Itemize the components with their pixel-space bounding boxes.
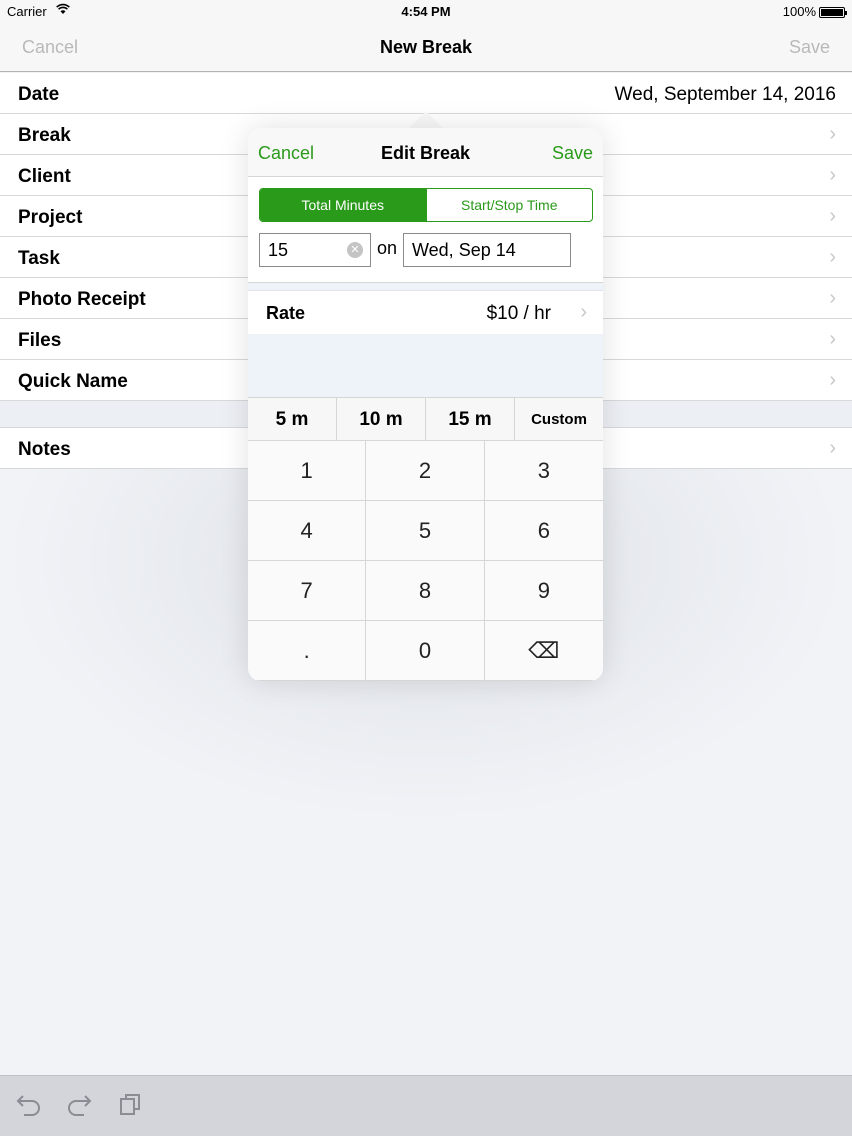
status-bar: Carrier 4:54 PM 100% [0,0,852,24]
row-label: Date [18,84,60,105]
key-8[interactable]: 8 [366,561,485,621]
row-label: Files [18,330,62,351]
numeric-keypad: 1 2 3 4 5 6 7 8 9 . 0 ⌫ [248,441,603,681]
row-label: Break [18,125,71,146]
edit-break-popover: Cancel Edit Break Save Total Minutes Sta… [248,128,603,681]
rate-row[interactable]: Rate $10 / hr › [248,291,603,334]
empty-area [248,334,603,397]
key-2[interactable]: 2 [366,441,485,501]
key-6[interactable]: 6 [484,501,603,561]
backspace-icon[interactable]: ⌫ [484,621,603,681]
popover-save-button[interactable]: Save [552,143,593,164]
copy-icon[interactable] [118,1092,142,1123]
battery-percent: 100% [782,4,816,19]
segment-total-minutes[interactable]: Total Minutes [260,189,426,221]
row-label: Project [18,207,83,228]
redo-icon[interactable] [66,1092,92,1123]
minute-presets: 5 m 10 m 15 m Custom [248,397,603,441]
clear-icon[interactable]: ✕ [347,242,363,258]
chevron-right-icon: › [829,164,836,186]
key-4[interactable]: 4 [248,501,367,561]
chevron-right-icon: › [829,205,836,227]
key-9[interactable]: 9 [484,561,603,621]
chevron-right-icon: › [829,369,836,391]
minutes-value: 15 [268,240,289,260]
bottom-toolbar [0,1075,852,1136]
date-field[interactable]: Wed, Sep 14 [403,233,571,267]
popover-title: Edit Break [380,143,471,163]
segment-start-stop-time[interactable]: Start/Stop Time [425,189,593,221]
rate-value: $10 / hr [486,303,551,324]
key-7[interactable]: 7 [248,561,367,621]
battery-icon [819,7,847,18]
popover-header: Cancel Edit Break Save [248,128,603,177]
key-1[interactable]: 1 [248,441,367,501]
undo-icon[interactable] [16,1092,42,1123]
chevron-right-icon: › [580,301,587,323]
minutes-input[interactable]: 15 ✕ [259,233,371,267]
preset-15m[interactable]: 15 m [426,398,515,440]
key-5[interactable]: 5 [366,501,485,561]
preset-10m[interactable]: 10 m [337,398,426,440]
key-0[interactable]: 0 [366,621,485,681]
on-label: on [377,238,398,258]
navigation-bar: Cancel New Break Save [0,24,852,72]
row-label: Task [18,248,60,269]
row-value: Wed, September 14, 2016 [614,84,836,105]
row-date[interactable]: Date Wed, September 14, 2016 [0,73,852,114]
chevron-right-icon: › [829,437,836,459]
row-label: Notes [18,439,71,460]
section-gap [248,283,603,291]
mode-segmented-control: Total Minutes Start/Stop Time [259,188,593,222]
chevron-right-icon: › [829,246,836,268]
preset-custom[interactable]: Custom [515,398,603,440]
key-3[interactable]: 3 [484,441,603,501]
page-title: New Break [379,37,473,57]
preset-5m[interactable]: 5 m [248,398,337,440]
chevron-right-icon: › [829,123,836,145]
row-label: Quick Name [18,371,128,392]
save-button[interactable]: Save [789,37,830,58]
break-entry-panel: Total Minutes Start/Stop Time 15 ✕ on We… [248,177,603,283]
key-decimal[interactable]: . [248,621,367,681]
date-value: Wed, Sep 14 [412,240,516,260]
chevron-right-icon: › [829,287,836,309]
rate-label: Rate [266,303,306,323]
row-label: Photo Receipt [18,289,146,310]
chevron-right-icon: › [829,328,836,350]
row-label: Client [18,166,71,187]
status-time: 4:54 PM [401,4,451,19]
